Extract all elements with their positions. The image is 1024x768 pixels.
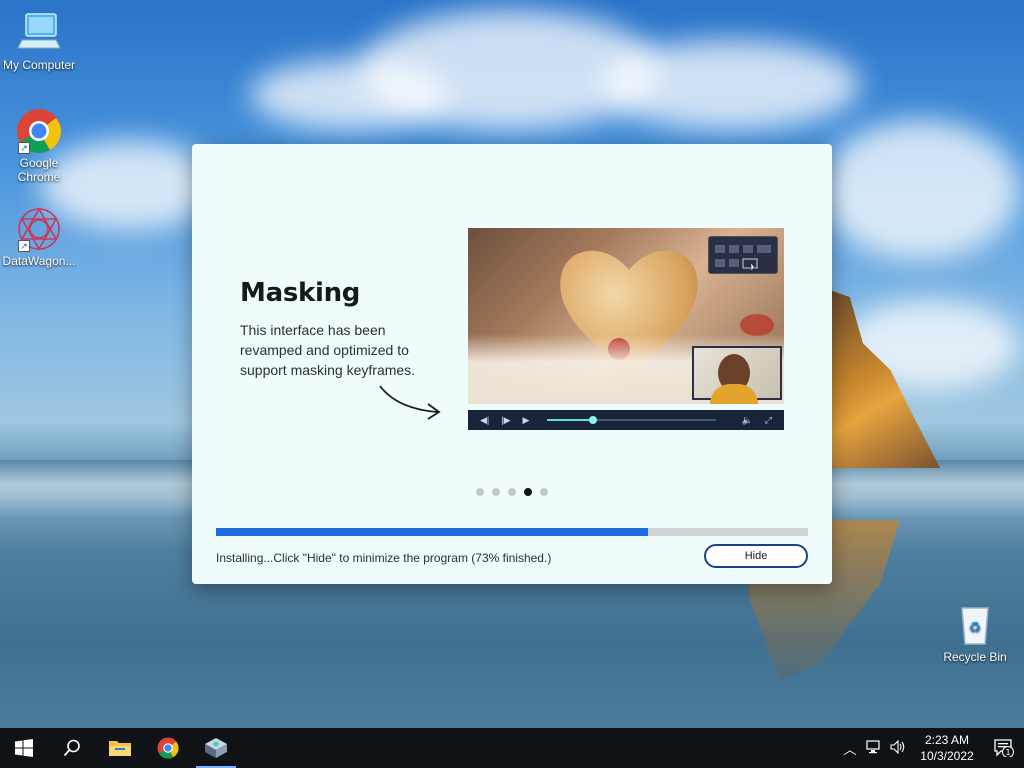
chrome-icon — [157, 737, 179, 759]
slide-dot[interactable] — [524, 488, 532, 496]
recycle-bin-icon: ♻ — [952, 602, 998, 648]
rewind-icon: ◀| — [480, 414, 490, 425]
desktop-icon-recycle-bin[interactable]: ♻ Recycle Bin — [936, 602, 1014, 664]
desktop-icon-label: Recycle Bin — [943, 650, 1007, 664]
fullscreen-icon: ⤢ — [764, 414, 772, 425]
file-explorer-icon — [109, 741, 131, 756]
play-icon: ▶ — [522, 414, 530, 425]
svg-text:♻: ♻ — [969, 620, 982, 636]
scrub-fill — [547, 419, 593, 421]
arrow-icon — [379, 385, 441, 420]
scrub-track — [547, 416, 716, 424]
system-tray: ︿ 2:23 AM 10/3/2022 1 — [838, 728, 1024, 768]
taskbar-chrome[interactable] — [144, 728, 192, 768]
notification-icon: 1 — [994, 739, 1014, 757]
mask-panel-thumbnail — [708, 236, 778, 274]
desktop-icon-label: Google Chrome — [17, 156, 61, 184]
desktop-icon-my-computer[interactable]: My Computer — [0, 10, 78, 72]
slide-title: Masking — [240, 278, 361, 308]
step-forward-icon: |▶ — [501, 414, 511, 425]
desktop-icon-datawagon[interactable]: ↗ DataWagon... — [0, 206, 78, 268]
slide-dot[interactable] — [540, 488, 548, 496]
taskbar-clock[interactable]: 2:23 AM 10/3/2022 — [910, 732, 984, 764]
installer-window: Masking This interface has been revamped… — [192, 144, 832, 584]
feature-preview-video — [468, 228, 784, 404]
cloud — [600, 40, 860, 130]
scrub-knob — [588, 416, 597, 424]
person-shirt — [710, 384, 758, 404]
notification-count: 1 — [1005, 748, 1010, 757]
player-controls: ◀| |▶ ▶ 🔈 ⤢ — [468, 410, 784, 430]
volume-icon[interactable] — [886, 739, 910, 757]
datawagon-app-icon: ↗ — [16, 206, 62, 252]
clock-time: 2:23 AM — [924, 733, 970, 747]
desktop-icon-label: My Computer — [2, 58, 76, 72]
desktop-icon-google-chrome[interactable]: ↗ Google Chrome — [0, 108, 78, 184]
computer-icon — [16, 10, 62, 56]
chevron-up-icon[interactable]: ︿ — [838, 739, 862, 758]
hide-button[interactable]: Hide — [704, 544, 808, 568]
network-icon[interactable] — [862, 739, 886, 757]
install-progress-fill — [216, 528, 649, 536]
cloud — [820, 120, 1020, 260]
start-button[interactable] — [0, 728, 48, 768]
install-progress-bar — [216, 528, 808, 536]
taskbar: ︿ 2:23 AM 10/3/2022 1 — [0, 728, 1024, 768]
pepperoni — [740, 314, 774, 336]
taskbar-file-explorer[interactable] — [96, 728, 144, 768]
shortcut-arrow-icon: ↗ — [18, 240, 30, 252]
slide-dot[interactable] — [476, 488, 484, 496]
search-icon — [63, 739, 80, 757]
action-center-button[interactable]: 1 — [984, 739, 1024, 757]
slide-indicator — [192, 488, 832, 496]
installer-app-icon — [205, 738, 227, 758]
slide-dot[interactable] — [508, 488, 516, 496]
clock-date: 10/3/2022 — [920, 749, 974, 763]
slide-dot[interactable] — [492, 488, 500, 496]
install-status-text: Installing...Click "Hide" to minimize th… — [216, 551, 552, 565]
windows-logo-icon — [15, 739, 33, 757]
desktop-icon-label: DataWagon... — [2, 254, 76, 268]
search-button[interactable] — [48, 728, 96, 768]
volume-icon: 🔈 — [741, 414, 753, 425]
webcam-overlay — [692, 346, 782, 404]
taskbar-installer-app[interactable] — [192, 728, 240, 768]
chrome-icon: ↗ — [16, 108, 62, 154]
cloud — [250, 60, 450, 130]
slide-description: This interface has been revamped and opt… — [240, 322, 416, 378]
shortcut-arrow-icon: ↗ — [18, 142, 30, 154]
